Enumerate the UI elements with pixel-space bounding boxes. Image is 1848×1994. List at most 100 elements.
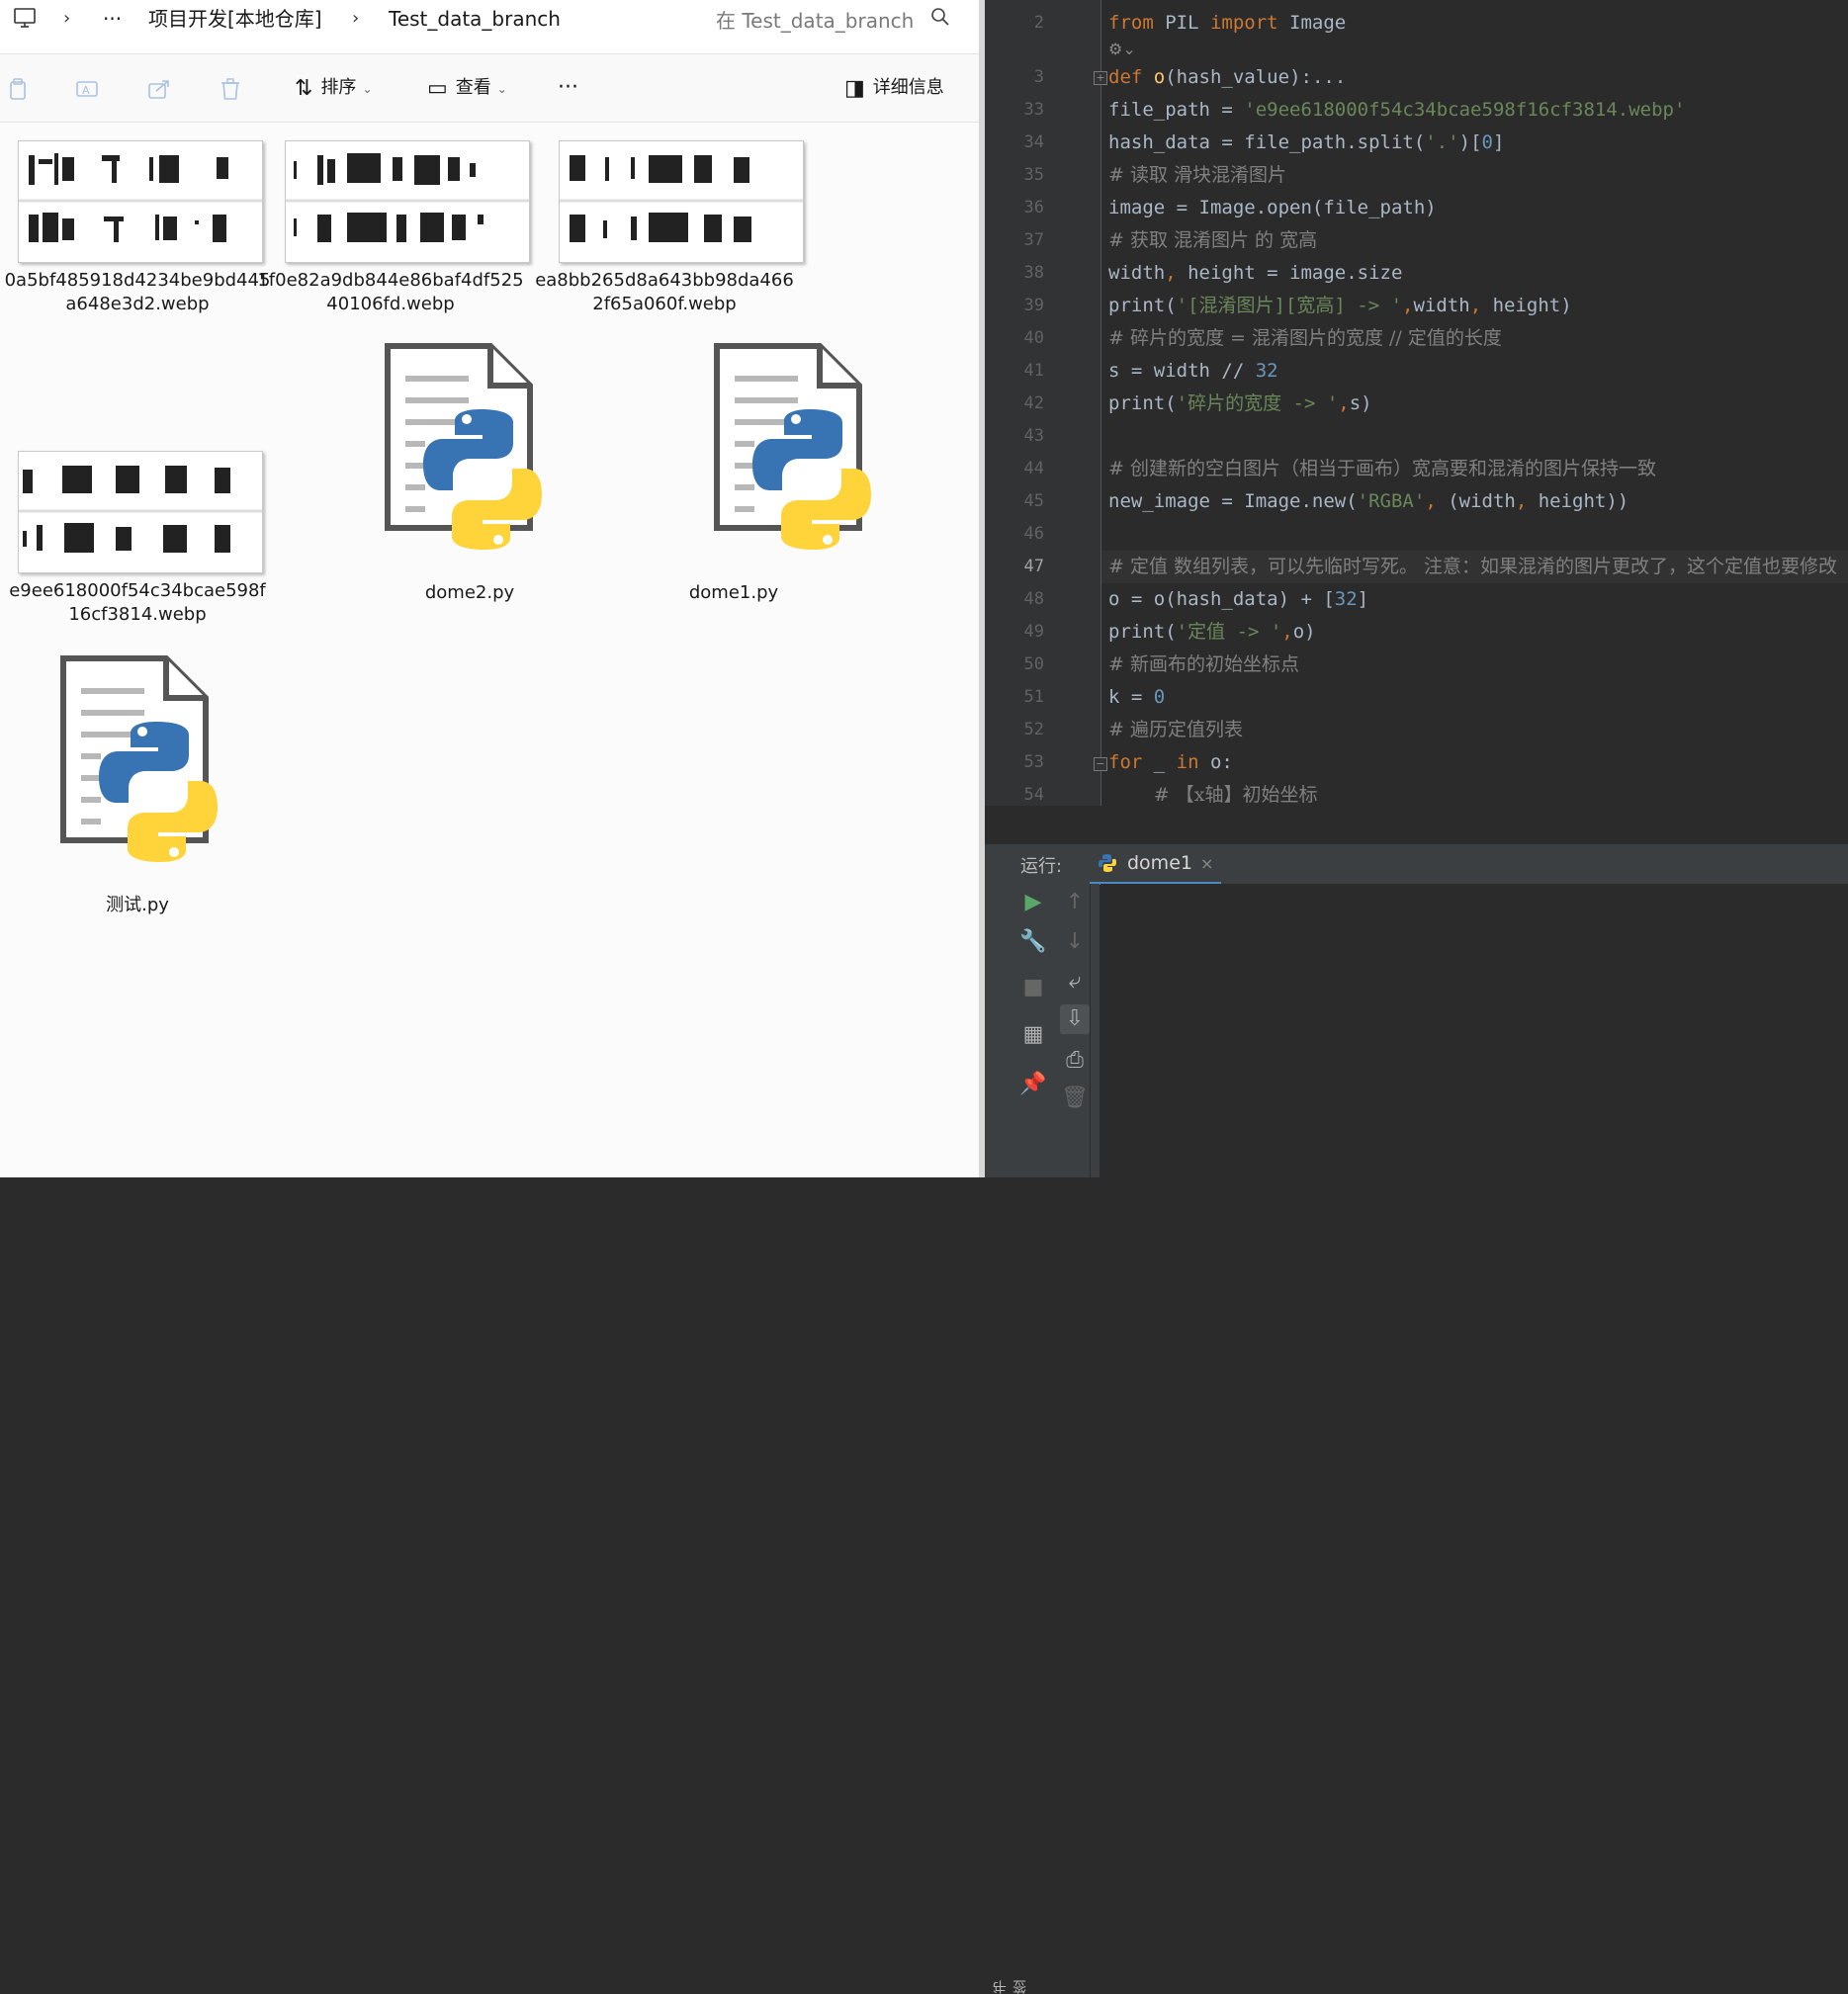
image-thumbnail — [559, 140, 804, 263]
fold-toggle[interactable]: − — [1094, 757, 1107, 771]
code-line[interactable]: for _ in o: — [1108, 746, 1233, 779]
line-number: 3 — [1033, 67, 1044, 87]
code-line[interactable]: new_image = Image.new('RGBA', (width, he… — [1108, 485, 1628, 518]
line-number: 39 — [1023, 296, 1044, 315]
wrench-icon[interactable]: 🔧 — [1018, 927, 1048, 957]
breadcrumb-more[interactable]: ··· — [103, 5, 122, 33]
python-icon — [1098, 853, 1117, 877]
code-line[interactable]: # 读取 滑块混淆图片 — [1108, 159, 1286, 192]
scroll-to-end-icon[interactable]: ⇩ — [1060, 1004, 1090, 1034]
chevron-right-icon[interactable]: › — [352, 5, 359, 33]
chevron-right-icon[interactable]: › — [63, 5, 70, 33]
image-thumbnail — [285, 140, 530, 263]
line-number-current: 47 — [1023, 557, 1044, 576]
breadcrumb-item-project[interactable]: 项目开发[本地仓库] — [148, 5, 322, 33]
side-tool-strip: 书签 — [985, 843, 1028, 1994]
code-line[interactable]: file_path = 'e9ee618000f54c34bcae598f16c… — [1108, 94, 1685, 127]
python-file-icon — [385, 343, 542, 550]
image-thumbnail — [18, 140, 263, 263]
line-number: 43 — [1023, 426, 1044, 446]
code-line[interactable]: # 创建新的空白图片（相当于画布）宽高要和混淆的图片保持一致 — [1108, 453, 1656, 485]
run-label: 运行: — [1020, 856, 1063, 877]
down-arrow-icon[interactable]: ↓ — [1060, 927, 1090, 957]
file-item-webp[interactable]: 0a5bf485918d4234be9bd445a648e3d2.webp — [4, 123, 271, 320]
copy-icon[interactable] — [6, 76, 32, 102]
line-number: 36 — [1023, 198, 1044, 217]
search-icon[interactable] — [929, 6, 951, 35]
svg-text:A: A — [82, 84, 90, 97]
code-line[interactable]: width, height = image.size — [1108, 257, 1402, 290]
code-line[interactable]: # 定值 数组列表，可以先临时写死。 注意：如果混淆的图片更改了，这个定值也要修… — [1108, 551, 1837, 583]
code-line[interactable]: def o(hash_value):... — [1108, 61, 1346, 94]
file-item-webp[interactable]: 1f0e82a9db844e86baf4df52540106fd.webp — [257, 123, 530, 320]
code-editor: 2 3 33 34 35 36 37 38 39 40 41 42 43 44 … — [985, 0, 1848, 1994]
line-number: 44 — [1023, 459, 1044, 478]
pin-icon[interactable]: 📌 — [1018, 1070, 1048, 1099]
file-item-python[interactable]: dome1.py — [660, 340, 926, 637]
file-name: dome2.py — [424, 582, 515, 603]
line-number: 49 — [1023, 622, 1044, 642]
details-pane-button[interactable]: ◨ 详细信息 — [844, 74, 944, 103]
line-number: 41 — [1023, 361, 1044, 381]
code-line[interactable]: # 遍历定值列表 — [1108, 714, 1243, 746]
line-number: 45 — [1023, 491, 1044, 511]
close-tab-icon[interactable]: × — [1200, 854, 1213, 873]
code-line[interactable]: # 新画布的初始坐标点 — [1108, 649, 1299, 681]
code-line[interactable]: print('碎片的宽度 -> ',s) — [1108, 388, 1372, 420]
run-toolbar: ▶ ↑ 🔧 ↓ ■ ⤶ ⇩ ▦ ⎙ 📌 🗑 — [1016, 884, 1100, 1177]
code-line[interactable]: print('定值 -> ',o) — [1108, 616, 1316, 649]
rename-icon[interactable]: A — [75, 76, 101, 102]
search-input[interactable]: 在 Test_data_branch — [716, 5, 914, 34]
view-button[interactable]: ▭ 查看 ⌄ — [427, 74, 507, 103]
share-icon[interactable] — [146, 76, 172, 102]
code-line[interactable]: # 碎片的宽度 = 混淆图片的宽度 // 定值的长度 — [1108, 322, 1502, 355]
file-item-webp[interactable]: ea8bb265d8a643bb98da4662f65a060f.webp — [531, 123, 804, 320]
code-line[interactable]: k = 0 — [1108, 681, 1165, 714]
run-tab-dome1[interactable]: dome1 × — [1090, 844, 1222, 885]
bookmarks-tool-tab[interactable]: 书签 — [991, 1980, 1030, 1994]
details-pane-icon: ◨ — [844, 76, 865, 101]
code-line[interactable]: o = o(hash_data) + [32] — [1108, 583, 1368, 616]
more-options-button[interactable]: ··· — [558, 74, 578, 102]
trash-icon[interactable]: 🗑 — [1060, 1084, 1090, 1113]
stop-icon[interactable]: ■ — [1018, 973, 1048, 1002]
inlay-hint-icon[interactable]: ⚙⌄ — [1108, 40, 1136, 58]
computer-icon[interactable] — [12, 5, 38, 38]
fold-toggle[interactable]: + — [1094, 71, 1107, 85]
line-number: 33 — [1023, 100, 1044, 120]
code-line[interactable]: print('[混淆图片][宽高] -> ',width, height) — [1108, 290, 1572, 322]
python-file-icon — [60, 655, 218, 862]
code-line[interactable]: s = width // 32 — [1108, 355, 1278, 388]
gutter-separator — [1100, 0, 1101, 806]
delete-icon[interactable] — [218, 76, 243, 102]
layout-icon[interactable]: ▦ — [1018, 1020, 1048, 1050]
line-number: 54 — [1023, 785, 1044, 805]
line-number: 38 — [1023, 263, 1044, 283]
file-item-python[interactable]: 测试.py — [4, 652, 271, 949]
file-name: 1f0e82a9db844e86baf4df52540106fd.webp — [257, 270, 524, 314]
address-bar[interactable]: › ··· 项目开发[本地仓库] › Test_data_branch 在 Te… — [0, 0, 979, 54]
line-number: 48 — [1023, 589, 1044, 609]
file-name: 测试.py — [106, 895, 169, 915]
file-item-webp[interactable]: e9ee618000f54c34bcae598f16cf3814.webp — [4, 433, 271, 631]
image-thumbnail — [18, 451, 263, 573]
file-explorer: › ··· 项目开发[本地仓库] › Test_data_branch 在 Te… — [0, 0, 979, 1177]
breadcrumb-item-folder[interactable]: Test_data_branch — [389, 5, 561, 33]
code-line[interactable]: from PIL import Image — [1108, 7, 1346, 40]
file-item-python[interactable]: dome2.py — [336, 340, 603, 637]
line-number: 37 — [1023, 230, 1044, 250]
run-icon[interactable]: ▶ — [1018, 888, 1048, 917]
sort-button[interactable]: ⇅ 排序 ⌄ — [295, 74, 373, 103]
file-name: e9ee618000f54c34bcae598f16cf3814.webp — [9, 580, 266, 625]
code-line[interactable]: hash_data = file_path.split('.')[0] — [1108, 127, 1504, 159]
line-number: 40 — [1023, 328, 1044, 348]
print-icon[interactable]: ⎙ — [1060, 1046, 1090, 1076]
up-arrow-icon[interactable]: ↑ — [1060, 888, 1090, 917]
code-line[interactable]: image = Image.open(file_path) — [1108, 192, 1437, 224]
soft-wrap-icon[interactable]: ⤶ — [1060, 967, 1090, 997]
run-panel-header: 运行: dome1 × — [985, 843, 1848, 885]
code-line[interactable]: # 【x轴】初始坐标 — [1108, 779, 1318, 812]
run-console-output[interactable] — [1100, 884, 1848, 1177]
code-line[interactable]: # 获取 混淆图片 的 宽高 — [1108, 224, 1317, 257]
file-name: 0a5bf485918d4234be9bd445a648e3d2.webp — [4, 270, 271, 314]
